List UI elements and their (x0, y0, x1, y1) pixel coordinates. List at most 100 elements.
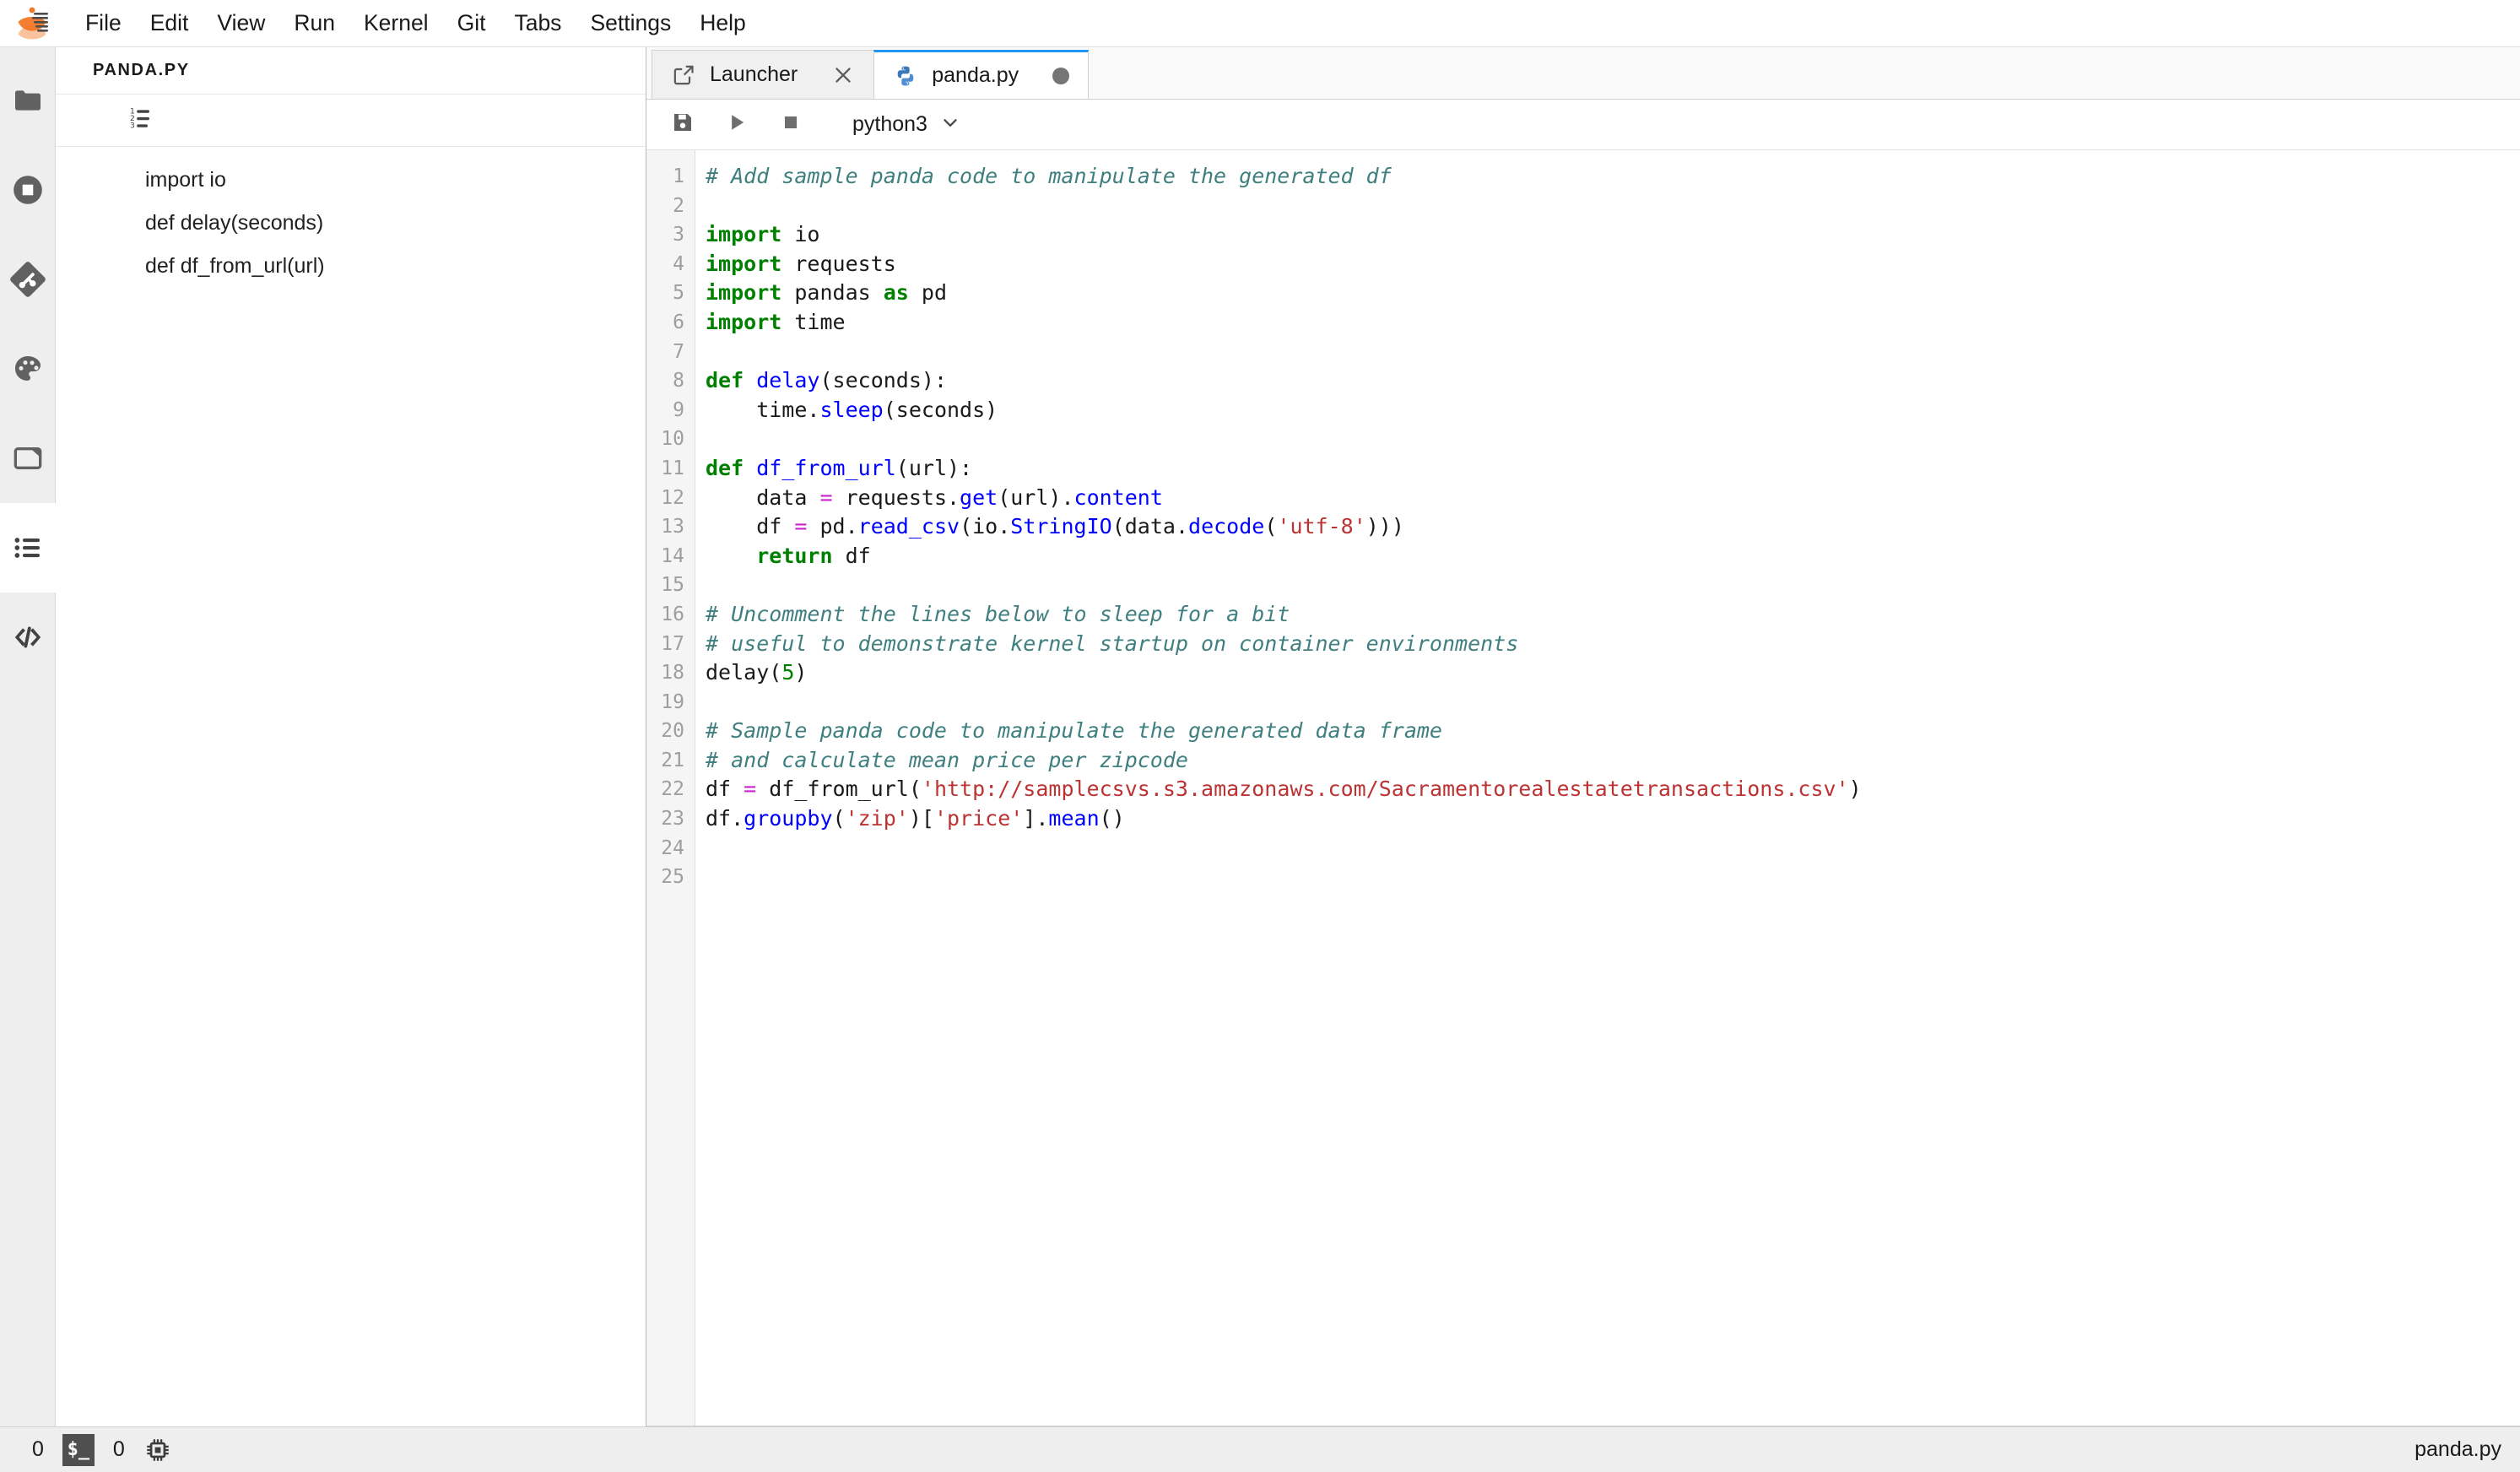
code-token-plain: ) (794, 660, 808, 685)
menu-run[interactable]: Run (279, 5, 349, 41)
activity-bar-spacer (0, 682, 55, 1426)
status-bar: 0 $_ 0 panda.py (0, 1426, 2520, 1472)
toc-list-icon (11, 531, 45, 565)
code-line[interactable]: # Sample panda code to manipulate the ge… (706, 717, 2520, 746)
code-token-keyword: import (706, 251, 782, 276)
code-line[interactable]: import time (706, 308, 2520, 338)
code-line[interactable]: ​ (706, 834, 2520, 863)
code-line[interactable]: data = requests.get(url).content (706, 484, 2520, 513)
git-panel-button[interactable] (0, 235, 56, 324)
line-number: 1 (673, 165, 684, 187)
line-number: 4 (673, 252, 684, 275)
code-token-number: 5 (781, 660, 795, 685)
code-line[interactable]: # useful to demonstrate kernel startup o… (706, 630, 2520, 659)
code-token-op: = (744, 777, 757, 802)
code-line[interactable]: delay(5) (706, 658, 2520, 688)
table-of-contents-button[interactable] (0, 503, 56, 593)
code-line[interactable]: ​ (706, 688, 2520, 717)
menu-kernel[interactable]: Kernel (349, 5, 443, 41)
line-number: 21 (661, 749, 684, 771)
code-line[interactable]: ​ (706, 338, 2520, 367)
toc-item-def-delay[interactable]: def delay(seconds) (56, 202, 646, 245)
menu-help[interactable]: Help (685, 5, 760, 41)
menu-tabs[interactable]: Tabs (500, 5, 576, 41)
menu-settings[interactable]: Settings (576, 5, 685, 41)
code-line[interactable]: # Add sample panda code to manipulate th… (706, 162, 2520, 192)
toc-item-import-io[interactable]: import io (56, 159, 646, 202)
code-line[interactable]: ​ (706, 571, 2520, 600)
play-icon (725, 111, 749, 138)
code-line[interactable]: return df (706, 542, 2520, 571)
jupyterlab-window: File Edit View Run Kernel Git Tabs Setti… (0, 0, 2520, 1472)
line-number: 2 (673, 194, 684, 217)
line-number: 3 (673, 224, 684, 246)
file-browser-button[interactable] (0, 56, 56, 145)
code-token-comment: # useful to demonstrate kernel startup o… (706, 630, 1519, 656)
code-token-string: 'utf-8' (1277, 514, 1366, 539)
kernel-selector[interactable]: python3 (841, 106, 973, 143)
code-line[interactable]: def delay(seconds): (706, 366, 2520, 396)
code-token-def: sleep (819, 397, 884, 422)
menu-bar: File Edit View Run Kernel Git Tabs Setti… (0, 0, 2520, 47)
code-line[interactable]: import io (706, 220, 2520, 250)
tab-launcher[interactable]: Launcher (652, 50, 875, 99)
code-line[interactable]: import requests (706, 250, 2520, 279)
toc-panel-title: panda.py (93, 61, 190, 79)
code-line[interactable]: # Uncomment the lines below to sleep for… (706, 600, 2520, 630)
tab-panda-py[interactable]: panda.py (873, 50, 1090, 99)
code-token-plain: () (1099, 806, 1125, 831)
line-number: 25 (661, 866, 684, 889)
menu-git[interactable]: Git (443, 5, 500, 41)
line-number: 6 (673, 311, 684, 333)
code-token-comment: # Add sample panda code to manipulate th… (706, 164, 1392, 188)
code-editor[interactable]: 1 2 3 4 5 6 7 8 9 10 11 12 13 14 15 16 17 18 19 20 21 22 23 24 2… (646, 150, 2520, 1426)
code-line[interactable]: def df_from_url(url): (706, 454, 2520, 484)
stop-icon (780, 111, 802, 138)
code-token-plain: io (781, 222, 820, 247)
code-line[interactable]: # and calculate mean price per zipcode (706, 746, 2520, 776)
chevron-down-icon (939, 111, 961, 138)
code-line[interactable]: df.groupby('zip')['price'].mean() (706, 804, 2520, 834)
code-line[interactable]: df = df_from_url('http://samplecsvs.s3.a… (706, 775, 2520, 804)
command-palette-button[interactable] (0, 324, 56, 414)
code-token-def: StringIO (1010, 514, 1112, 539)
toc-list: import io def delay(seconds) def df_from… (56, 147, 646, 288)
line-number: 7 (673, 340, 684, 363)
unsaved-changes-indicator[interactable] (1019, 67, 1070, 84)
close-icon[interactable] (798, 63, 855, 87)
extension-manager-button[interactable] (0, 593, 56, 682)
code-token-plain: )[ (908, 806, 934, 831)
code-token-plain: ]. (1023, 806, 1049, 831)
cpu-chip-icon[interactable] (143, 1436, 172, 1464)
code-token-def: get (960, 484, 998, 510)
running-sessions-button[interactable] (0, 145, 56, 235)
kernel-session-count: 0 (32, 1437, 44, 1461)
terminal-icon[interactable]: $_ (62, 1433, 95, 1466)
code-line[interactable]: ​ (706, 425, 2520, 454)
run-button[interactable] (712, 103, 761, 147)
menu-view[interactable]: View (203, 5, 279, 41)
main-body: panda.py 1 2 3 (0, 47, 2520, 1426)
toc-toolbar: 1 2 3 (56, 95, 646, 147)
toc-item-def-df-from-url[interactable]: def df_from_url(url) (56, 245, 646, 288)
code-token-plain: pd. (807, 514, 858, 539)
code-token-plain: pd (908, 280, 947, 306)
line-number: 12 (661, 486, 684, 509)
code-line[interactable]: import pandas as pd (706, 279, 2520, 308)
code-line[interactable]: ​ (706, 863, 2520, 892)
code-line[interactable]: df = pd.read_csv(io.StringIO(data.decode… (706, 512, 2520, 542)
save-icon (670, 110, 695, 139)
code-token-plain: time (781, 309, 846, 334)
numbered-list-icon[interactable]: 1 2 3 (128, 104, 157, 137)
menu-edit[interactable]: Edit (136, 5, 203, 41)
code-line[interactable]: ​ (706, 192, 2520, 221)
line-number: 9 (673, 398, 684, 421)
code-line[interactable]: time.sleep(seconds) (706, 396, 2520, 425)
notebook-tools-button[interactable] (0, 414, 56, 503)
save-button[interactable] (658, 103, 707, 147)
code-token-keyword: import (706, 280, 782, 306)
line-number: 5 (673, 282, 684, 305)
stop-button[interactable] (766, 103, 815, 147)
code-content[interactable]: # Add sample panda code to manipulate th… (695, 150, 2520, 1426)
menu-file[interactable]: File (71, 5, 136, 41)
